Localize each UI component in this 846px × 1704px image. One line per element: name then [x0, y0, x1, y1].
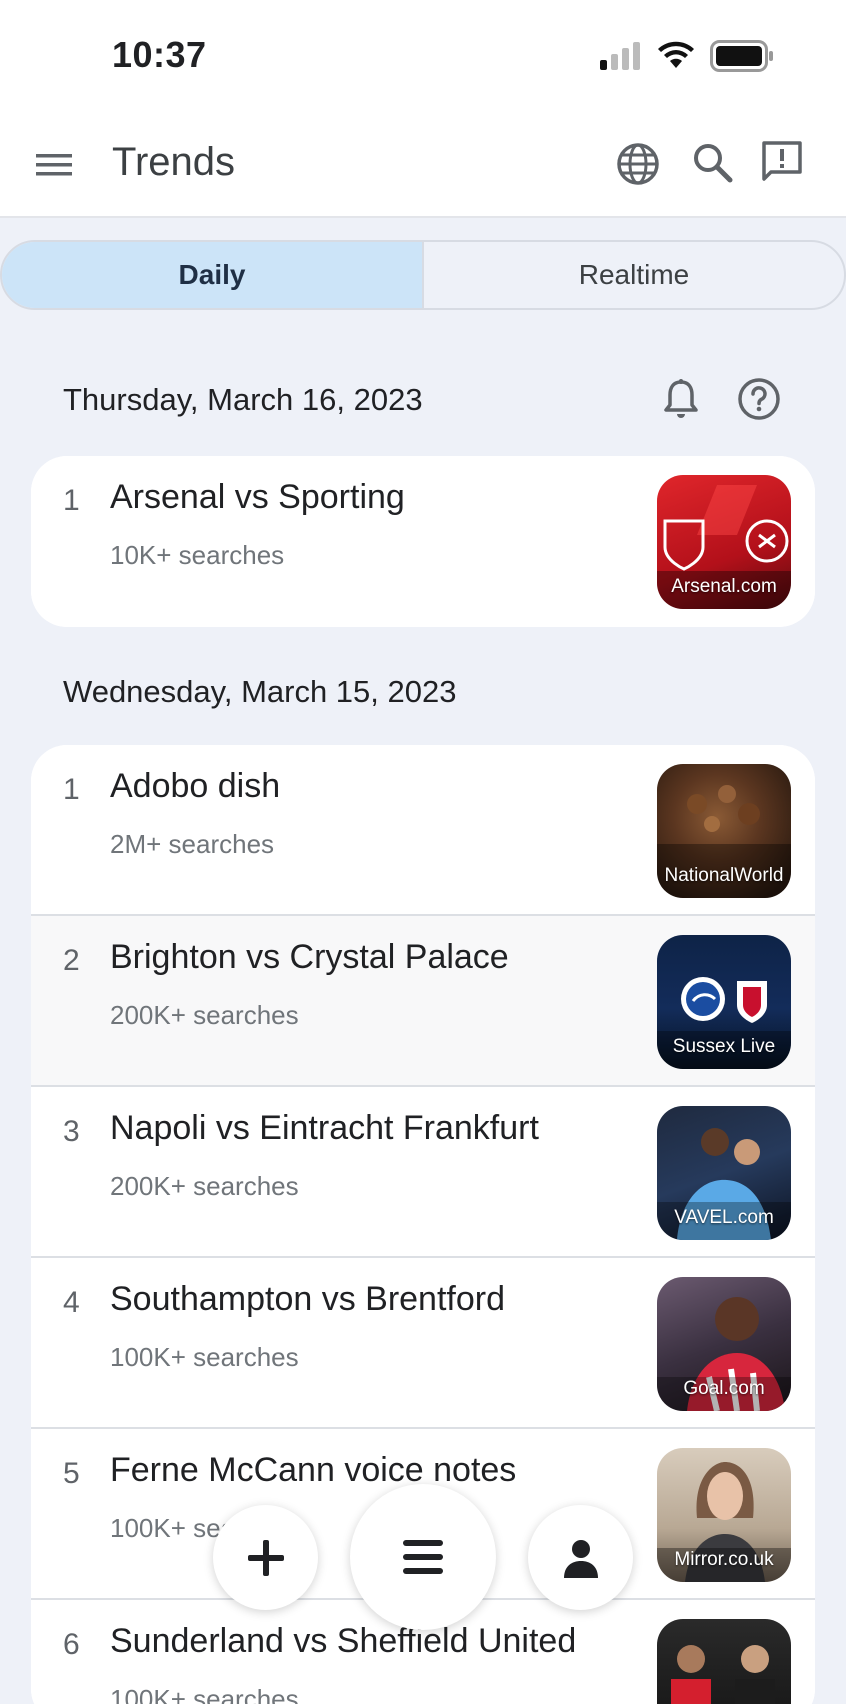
trend-title: Brighton vs Crystal Palace: [110, 938, 509, 976]
players-photo-image: [671, 1645, 775, 1704]
app-title: Trends: [112, 140, 236, 184]
trend-rank: 5: [63, 1457, 80, 1490]
help-icon[interactable]: [736, 376, 782, 422]
app-bar: Trends: [0, 112, 846, 218]
tab-realtime[interactable]: Realtime: [422, 242, 844, 308]
trend-search-count: 2M+ searches: [110, 829, 275, 859]
trend-thumbnail[interactable]: Goal.com: [657, 1277, 791, 1411]
trend-title: Napoli vs Eintracht Frankfurt: [110, 1109, 539, 1147]
trend-card-day1: 1 Arsenal vs Sporting 10K+ searches Arse…: [31, 456, 815, 627]
trend-title: Southampton vs Brentford: [110, 1280, 506, 1318]
thumbnail-source: VAVEL.com: [674, 1207, 774, 1228]
tab-daily[interactable]: Daily: [2, 242, 422, 308]
trend-search-count: 200K+ searches: [110, 1000, 299, 1030]
trend-item[interactable]: 2 Brighton vs Crystal Palace 200K+ searc…: [31, 916, 815, 1087]
add-button[interactable]: [213, 1505, 318, 1610]
trend-item[interactable]: 3 Napoli vs Eintracht Frankfurt 200K+ se…: [31, 1087, 815, 1258]
thumbnail-source: NationalWorld: [664, 865, 784, 886]
battery-icon: [710, 40, 773, 72]
list-menu-button[interactable]: [350, 1484, 496, 1630]
notification-bell-icon[interactable]: [658, 376, 704, 422]
feedback-icon[interactable]: [758, 138, 806, 186]
account-button[interactable]: [528, 1505, 633, 1610]
trend-thumbnail[interactable]: Mirror.co.uk: [657, 1448, 791, 1582]
status-time: 10:37: [112, 34, 207, 75]
tab-group: Daily Realtime: [0, 240, 846, 310]
trend-thumbnail[interactable]: VAVEL.com: [657, 1106, 791, 1240]
globe-icon[interactable]: [614, 140, 662, 188]
wifi-icon: [658, 41, 694, 68]
person-icon: [563, 1539, 598, 1578]
thumbnail-source: Mirror.co.uk: [674, 1549, 774, 1570]
list-icon: [403, 1540, 443, 1574]
thumbnail-source: Sussex Live: [672, 1036, 776, 1057]
plus-icon: [247, 1539, 284, 1576]
search-icon[interactable]: [690, 140, 736, 186]
date-header: Thursday, March 16, 2023: [63, 382, 423, 417]
cellular-signal-icon: [600, 42, 640, 70]
trend-title: Ferne McCann voice notes: [110, 1451, 517, 1489]
trend-rank: 1: [63, 484, 80, 517]
menu-icon[interactable]: [34, 148, 76, 182]
trend-thumbnail[interactable]: [657, 1619, 791, 1704]
trend-title: Arsenal vs Sporting: [110, 478, 405, 516]
status-bar: 10:37: [0, 0, 846, 112]
trend-thumbnail[interactable]: Sussex Live: [657, 935, 791, 1069]
trend-rank: 1: [63, 773, 80, 806]
trend-search-count: 100K+ searches: [110, 1342, 299, 1372]
trend-search-count: 100K+ searches: [110, 1684, 299, 1704]
trend-search-count: 10K+ searches: [110, 540, 285, 570]
trend-rank: 4: [63, 1286, 80, 1319]
trend-title: Adobo dish: [110, 767, 281, 805]
trend-rank: 6: [63, 1628, 80, 1661]
thumbnail-source: Arsenal.com: [671, 576, 777, 597]
trend-search-count: 200K+ searches: [110, 1171, 299, 1201]
trend-rank: 3: [63, 1115, 80, 1148]
trend-item[interactable]: 1 Arsenal vs Sporting 10K+ searches Arse…: [31, 456, 815, 627]
trend-thumbnail[interactable]: NationalWorld: [657, 764, 791, 898]
thumbnail-source: Goal.com: [683, 1378, 765, 1399]
date-header: Wednesday, March 15, 2023: [63, 674, 457, 709]
trend-item[interactable]: 1 Adobo dish 2M+ searches NationalWorld: [31, 745, 815, 916]
trend-title: Sunderland vs Sheffield United: [110, 1622, 577, 1660]
tabs-area: Daily Realtime: [0, 218, 846, 328]
trend-item[interactable]: 4 Southampton vs Brentford 100K+ searche…: [31, 1258, 815, 1429]
trend-rank: 2: [63, 944, 80, 977]
trend-thumbnail[interactable]: Arsenal.com: [657, 475, 791, 609]
